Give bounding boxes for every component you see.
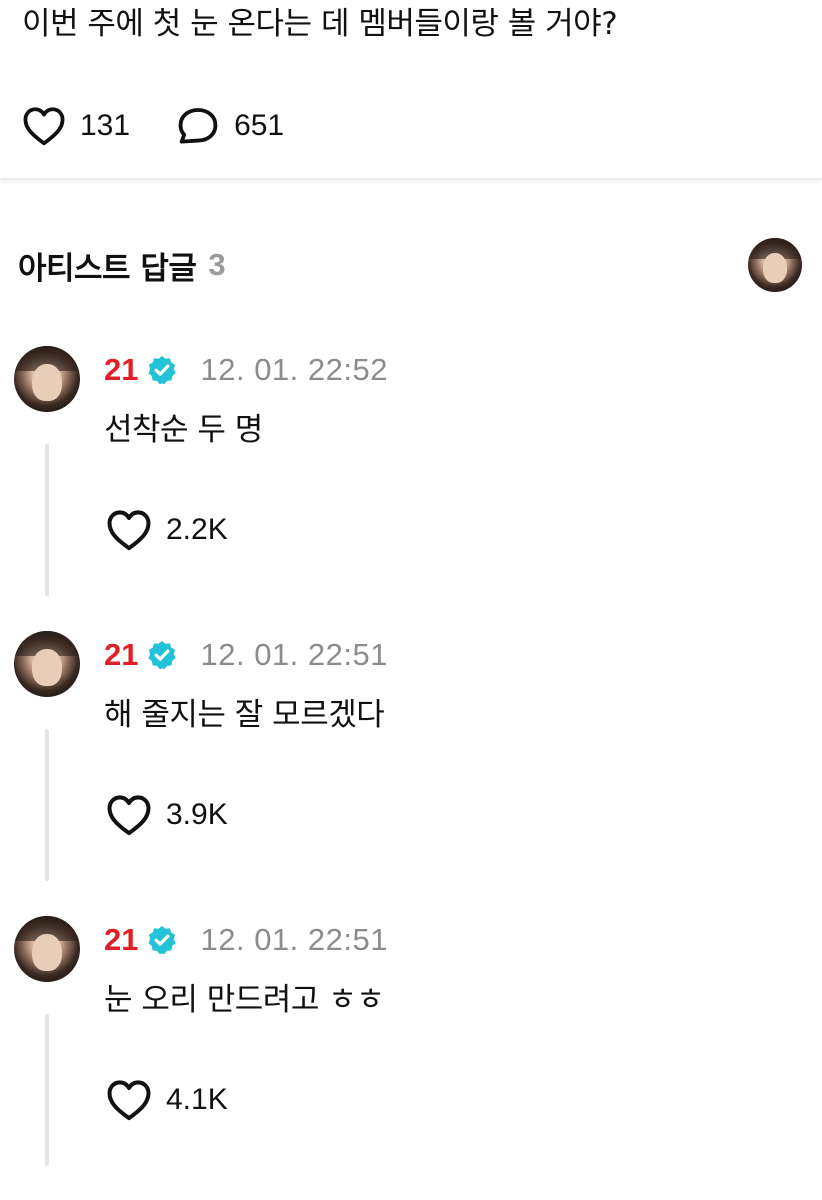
reply-text: 해 줄지는 잘 모르겠다 xyxy=(104,697,385,733)
post-actions: 131 651 xyxy=(22,102,284,150)
reply-like-button[interactable]: 4.1K xyxy=(106,1076,228,1124)
reply-like-count: 2.2K xyxy=(166,513,228,546)
heart-outline-icon xyxy=(107,795,151,836)
verified-badge-icon xyxy=(148,926,177,955)
reply-text: 눈 오리 만드려고 ㅎㅎ xyxy=(104,982,385,1018)
reply-timestamp: 12. 01. 22:51 xyxy=(200,922,388,957)
reply-avatar[interactable] xyxy=(14,346,80,412)
post-comment-count: 651 xyxy=(234,109,285,142)
thread-line xyxy=(45,444,49,596)
reply-like-count: 4.1K xyxy=(166,1083,228,1116)
artist-replies-title: 아티스트 답글 xyxy=(18,250,197,287)
reply-timestamp: 12. 01. 22:52 xyxy=(200,352,388,387)
post-text: 이번 주에 첫 눈 온다는 데 멤버들이랑 볼 거야? xyxy=(22,6,618,42)
heart-outline-icon xyxy=(23,107,65,146)
reply-avatar[interactable] xyxy=(14,916,80,982)
heart-outline-icon xyxy=(107,1080,151,1121)
artist-avatar[interactable] xyxy=(748,238,802,292)
artist-replies-header: 아티스트 답글 3 xyxy=(18,243,226,287)
verified-badge-icon xyxy=(148,641,177,670)
thread-line xyxy=(45,729,49,881)
heart-outline-icon xyxy=(107,510,151,551)
reply-text: 선착순 두 명 xyxy=(104,412,263,448)
reply-avatar[interactable] xyxy=(14,631,80,697)
thread-line xyxy=(45,1014,49,1166)
reply-username[interactable]: 21 xyxy=(104,352,138,388)
reply-username[interactable]: 21 xyxy=(104,637,138,673)
verified-badge-icon xyxy=(148,356,177,385)
post-like-count: 131 xyxy=(80,109,131,142)
speech-bubble-icon xyxy=(178,108,218,144)
section-divider xyxy=(0,178,822,186)
reply-username[interactable]: 21 xyxy=(104,922,138,958)
reply-like-count: 3.9K xyxy=(166,798,228,831)
reply-timestamp: 12. 01. 22:51 xyxy=(200,637,388,672)
reply-meta: 21 12. 01. 22:51 xyxy=(104,920,388,960)
post-comment-button[interactable]: 651 xyxy=(176,106,284,146)
post-like-button[interactable]: 131 xyxy=(22,106,130,146)
reply-like-button[interactable]: 3.9K xyxy=(106,791,228,839)
reply-like-button[interactable]: 2.2K xyxy=(106,506,228,554)
reply-meta: 21 12. 01. 22:52 xyxy=(104,350,388,390)
artist-replies-count: 3 xyxy=(208,247,226,282)
reply-meta: 21 12. 01. 22:51 xyxy=(104,635,388,675)
